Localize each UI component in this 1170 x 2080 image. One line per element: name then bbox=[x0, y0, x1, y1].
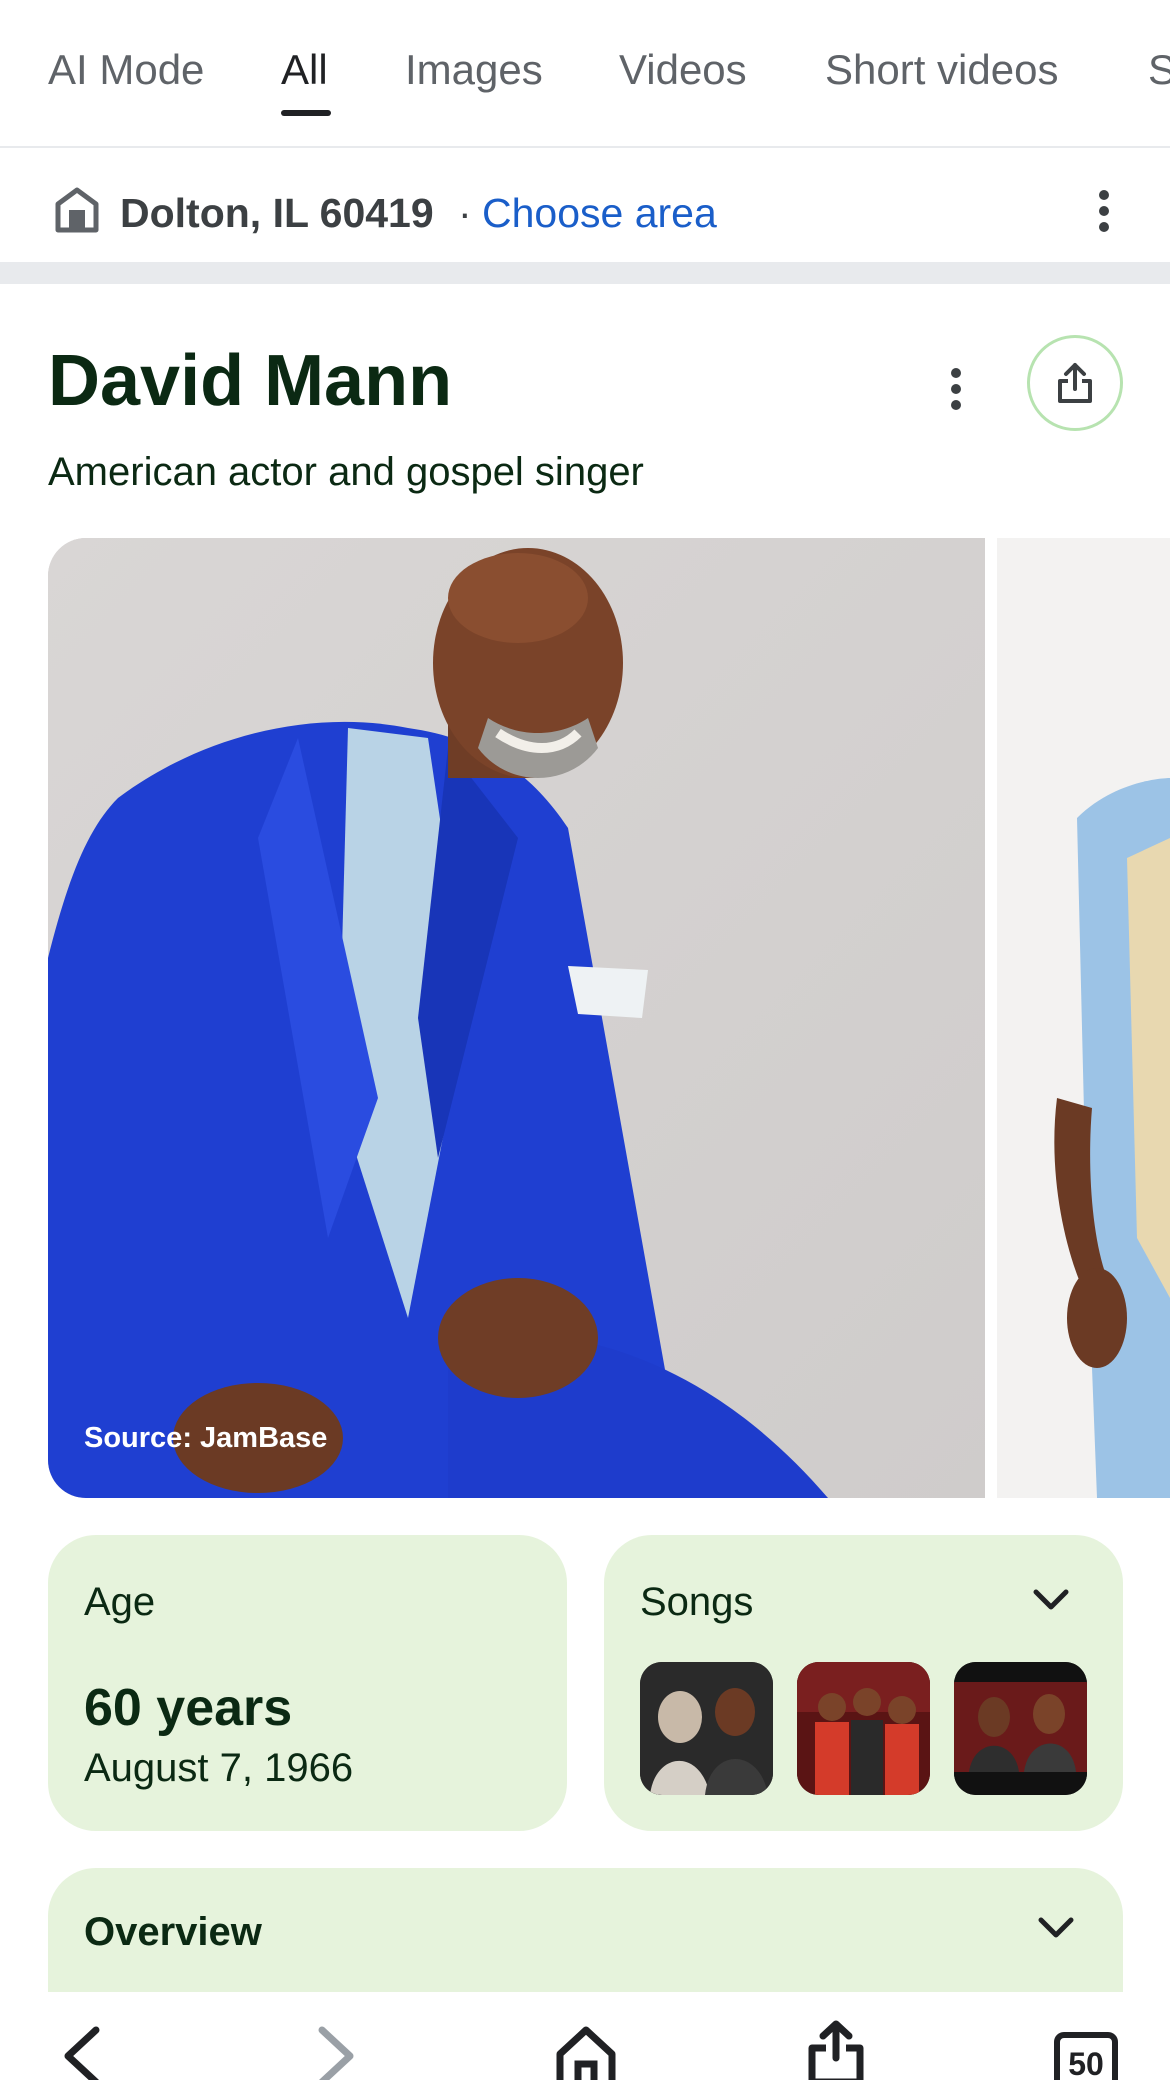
entity-subtitle: American actor and gospel singer bbox=[48, 450, 644, 494]
share-button[interactable] bbox=[1027, 335, 1123, 431]
image-source-caption: Source: JamBase bbox=[84, 1422, 328, 1454]
person-photo bbox=[48, 538, 985, 1498]
entity-title: David Mann bbox=[48, 341, 453, 421]
secondary-photo bbox=[997, 538, 1170, 1498]
song-thumbnail-image bbox=[797, 1662, 930, 1795]
song-thumbnail-image bbox=[640, 1662, 773, 1795]
tab-videos[interactable]: Videos bbox=[619, 46, 747, 94]
forward-icon[interactable] bbox=[310, 2026, 360, 2080]
songs-label: Songs bbox=[640, 1580, 754, 1624]
choose-area-link[interactable]: Choose area bbox=[482, 190, 717, 237]
active-tab-indicator bbox=[281, 110, 331, 116]
chevron-down-icon[interactable] bbox=[1036, 1914, 1076, 1942]
song-thumbnail[interactable] bbox=[797, 1662, 930, 1795]
tab-all[interactable]: All bbox=[281, 46, 328, 94]
tab-short-videos[interactable]: Short videos bbox=[825, 46, 1058, 94]
tab-ai-mode[interactable]: AI Mode bbox=[48, 46, 204, 94]
song-thumbnail[interactable] bbox=[954, 1662, 1087, 1795]
location-separator: · bbox=[458, 190, 472, 236]
back-icon[interactable] bbox=[58, 2026, 108, 2080]
chevron-down-icon[interactable] bbox=[1031, 1586, 1071, 1614]
entity-secondary-image[interactable] bbox=[997, 538, 1170, 1498]
share-icon bbox=[1058, 363, 1092, 403]
age-label: Age bbox=[84, 1580, 156, 1624]
search-tabs: AI Mode All Images Videos Short videos S bbox=[0, 0, 1170, 148]
share-icon[interactable] bbox=[806, 2020, 866, 2080]
song-thumbnail-image bbox=[954, 1662, 1087, 1795]
store-icon bbox=[55, 187, 99, 233]
tabs-icon[interactable]: 50 bbox=[1054, 2032, 1118, 2080]
age-value: 60 years bbox=[84, 1679, 293, 1737]
birth-date: August 7, 1966 bbox=[84, 1746, 354, 1790]
location-city: Dolton, IL 60419 bbox=[120, 190, 434, 236]
entity-more-options-icon[interactable] bbox=[946, 366, 966, 412]
overview-label: Overview bbox=[84, 1910, 262, 1954]
tab-images[interactable]: Images bbox=[405, 46, 543, 94]
more-options-icon[interactable] bbox=[1094, 188, 1114, 234]
tab-more[interactable]: S bbox=[1148, 46, 1170, 94]
section-divider bbox=[0, 262, 1170, 284]
song-thumbnail[interactable] bbox=[640, 1662, 773, 1795]
entity-main-image[interactable] bbox=[48, 538, 985, 1498]
home-icon[interactable] bbox=[554, 2024, 618, 2080]
